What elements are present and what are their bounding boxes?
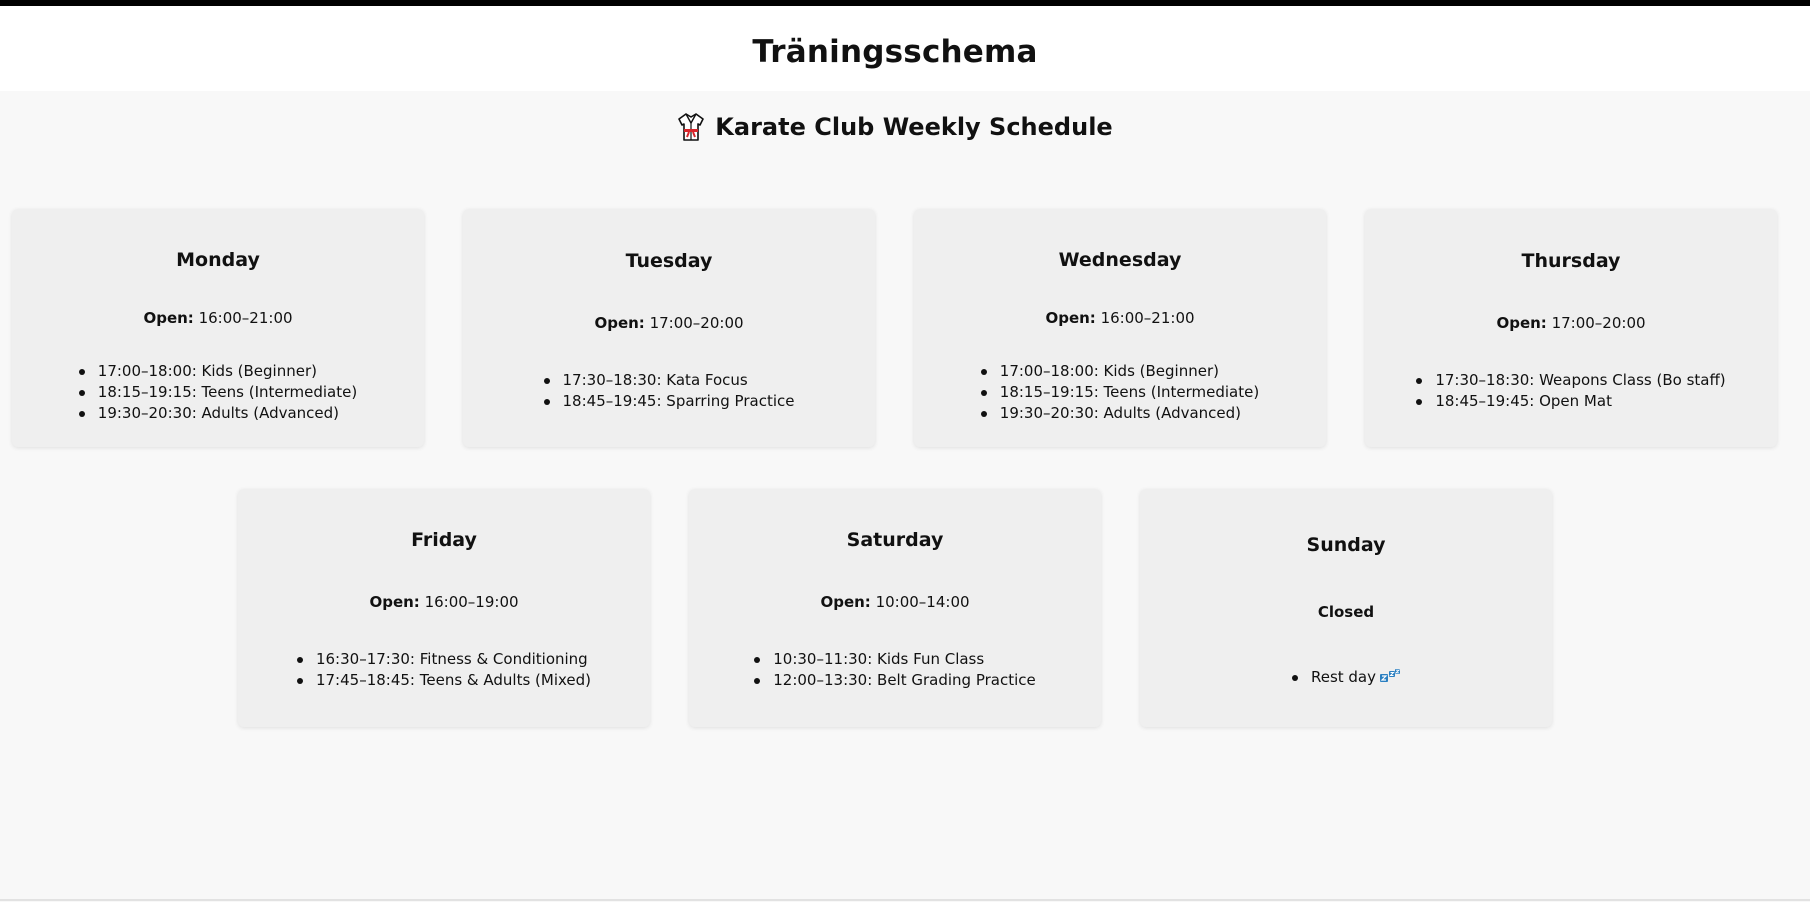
day-name: Saturday [846,529,944,551]
class-list: 17:30–18:30: Kata Focus 18:45–19:45: Spa… [463,370,875,412]
closed-status: Closed [1317,603,1375,621]
list-item: 18:15–19:15: Teens (Intermediate) [78,382,357,403]
page-header: Träningsschema [0,6,1810,91]
list-item: Rest day [1291,667,1401,688]
open-hours: Open: 16:00–21:00 [12,309,424,327]
open-label: Open: [820,593,871,611]
day-name: Sunday [1306,534,1386,556]
hours-value: 16:00–21:00 [198,309,293,327]
day-card-monday: Monday Open: 16:00–21:00 17:00–18:00: Ki… [12,209,424,447]
day-name: Tuesday [625,250,713,272]
list-item: 18:45–19:45: Open Mat [1416,391,1725,412]
day-name: Friday [411,529,477,551]
list-item: 17:45–18:45: Teens & Adults (Mixed) [296,670,591,691]
open-hours: Open: 16:00–19:00 [238,593,650,611]
schedule-heading: Karate Club Weekly Schedule [0,112,1790,146]
open-hours: Open: 10:00–14:00 [689,593,1101,611]
open-hours: Open: 16:00–21:00 [914,309,1326,327]
day-card-wednesday: Wednesday Open: 16:00–21:00 17:00–18:00:… [914,209,1326,447]
list-item: 10:30–11:30: Kids Fun Class [754,649,1036,670]
day-card-saturday: Saturday Open: 10:00–14:00 10:30–11:30: … [689,489,1101,727]
day-name: Wednesday [1058,249,1182,271]
hours-value: 17:00–20:00 [1551,314,1646,332]
list-item: 16:30–17:30: Fitness & Conditioning [296,649,591,670]
open-label: Open: [1045,309,1096,327]
day-card-tuesday: Tuesday Open: 17:00–20:00 17:30–18:30: K… [463,209,875,447]
open-label: Open: [143,309,194,327]
page-title: Träningsschema [752,34,1038,70]
class-list: 17:00–18:00: Kids (Beginner) 18:15–19:15… [12,361,424,424]
karate-gi-icon [677,112,705,142]
schedule-title: Karate Club Weekly Schedule [715,113,1113,141]
list-item: 17:30–18:30: Weapons Class (Bo staff) [1416,370,1726,391]
class-list: 17:30–18:30: Weapons Class (Bo staff) 18… [1365,370,1777,412]
list-item: 18:15–19:15: Teens (Intermediate) [980,382,1259,403]
sleeping-zzz-icon [1380,668,1401,682]
class-list: 10:30–11:30: Kids Fun Class 12:00–13:30:… [689,649,1101,691]
list-item: 18:45–19:45: Sparring Practice [543,391,794,412]
day-name: Thursday [1521,250,1621,272]
day-name: Monday [176,249,260,271]
list-item: 19:30–20:30: Adults (Advanced) [980,403,1259,424]
day-card-sunday: Sunday Closed Rest day [1140,489,1552,727]
class-list: 17:00–18:00: Kids (Beginner) 18:15–19:15… [914,361,1326,424]
open-label: Open: [369,593,420,611]
list-item: 19:30–20:30: Adults (Advanced) [78,403,357,424]
list-item: 17:00–18:00: Kids (Beginner) [78,361,357,382]
list-item: 17:00–18:00: Kids (Beginner) [980,361,1259,382]
day-card-friday: Friday Open: 16:00–19:00 16:30–17:30: Fi… [238,489,650,727]
hours-value: 16:00–21:00 [1100,309,1195,327]
open-hours: Open: 17:00–20:00 [1365,314,1777,332]
class-list: 16:30–17:30: Fitness & Conditioning 17:4… [238,649,650,691]
open-label: Open: [594,314,645,332]
list-item: 12:00–13:30: Belt Grading Practice [754,670,1036,691]
hours-value: 17:00–20:00 [649,314,744,332]
bottom-divider [0,899,1810,901]
hours-value: 10:00–14:00 [875,593,970,611]
open-hours: Open: 17:00–20:00 [463,314,875,332]
hours-value: 16:00–19:00 [424,593,519,611]
list-item: 17:30–18:30: Kata Focus [543,370,795,391]
open-label: Open: [1496,314,1547,332]
class-list: Rest day [1140,667,1552,688]
day-card-thursday: Thursday Open: 17:00–20:00 17:30–18:30: … [1365,209,1777,447]
